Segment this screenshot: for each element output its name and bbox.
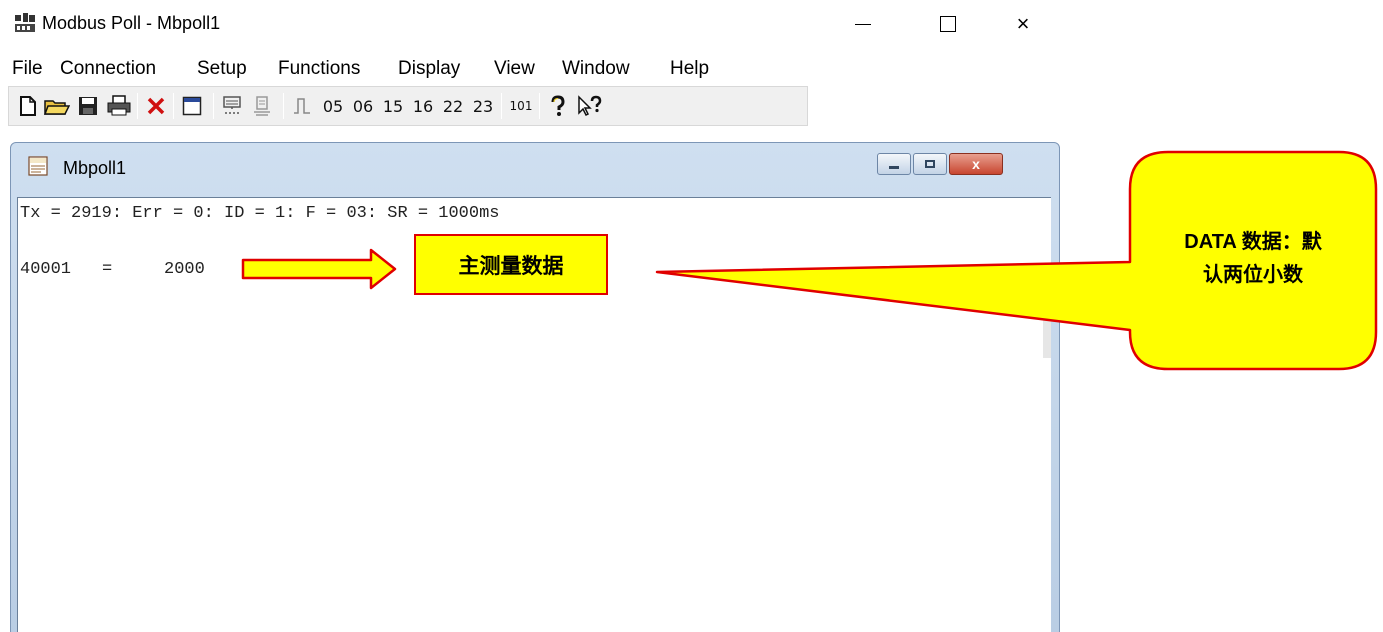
callout-text: DATA 数据：默 认两位小数 (1140, 226, 1366, 292)
callout-bubble (655, 150, 1378, 371)
callout-line-2: 认两位小数 (1203, 264, 1303, 286)
callout-line-1: DATA 数据：默 (1184, 231, 1322, 253)
